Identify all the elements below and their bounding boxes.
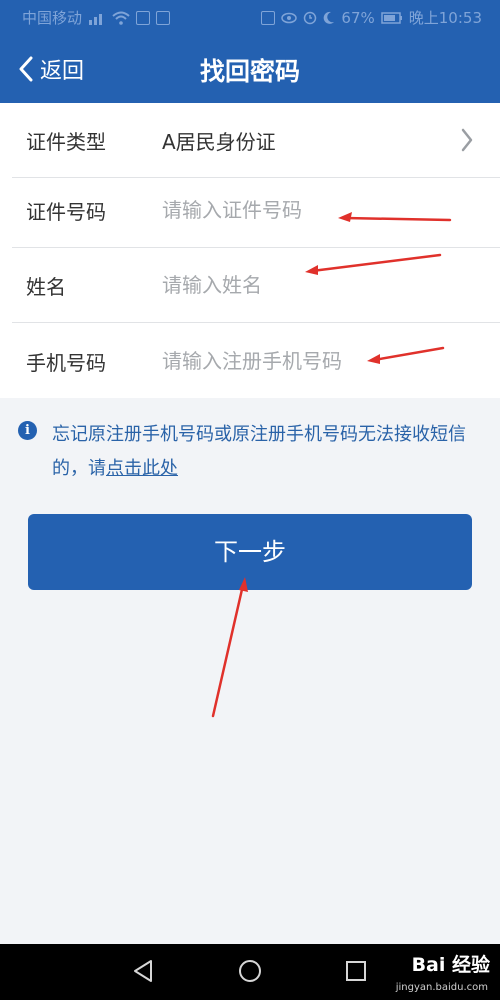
eye-icon	[281, 12, 298, 23]
battery-icon	[381, 11, 402, 24]
find-password-screen: 中国移动 67% 晚上10:53 返回 找回密码 证件类型 A居民身份证 证件号…	[0, 0, 500, 1000]
chevron-right-icon	[461, 128, 473, 152]
carrier-label: 中国移动	[22, 9, 83, 27]
id-number-input[interactable]	[162, 187, 462, 233]
alarm-icon	[304, 11, 317, 24]
id-type-row[interactable]: 证件类型 A居民身份证	[12, 103, 500, 178]
phone-label: 手机号码	[26, 351, 106, 375]
next-step-button[interactable]: 下一步	[28, 514, 472, 590]
status-time: 晚上10:53	[408, 9, 482, 27]
phone-row: 手机号码	[12, 324, 500, 399]
id-number-row: 证件号码	[12, 173, 500, 248]
id-type-label: 证件类型	[26, 130, 106, 154]
moon-icon	[324, 11, 335, 24]
battery-percent: 67%	[341, 8, 375, 27]
status-right: 67% 晚上10:53	[261, 7, 482, 28]
wifi-icon	[112, 11, 130, 25]
name-input[interactable]	[162, 262, 462, 308]
nfc-icon	[261, 10, 276, 25]
page-title: 找回密码	[199, 57, 300, 86]
back-triangle-icon[interactable]	[131, 958, 155, 984]
click-here-link[interactable]: 点击此处	[106, 458, 178, 479]
info-icon: i	[18, 421, 37, 440]
home-circle-icon[interactable]	[237, 958, 263, 984]
name-label: 姓名	[26, 275, 66, 299]
app-notification-icon	[156, 10, 171, 25]
signal-icon	[89, 13, 103, 25]
arrow-next-button	[211, 577, 248, 718]
recents-square-icon[interactable]	[344, 958, 368, 984]
watermark-url: jingyan.baidu.com	[395, 982, 488, 993]
id-number-label: 证件号码	[26, 200, 106, 224]
id-type-value: A居民身份证	[162, 130, 276, 154]
recovery-form: 证件类型 A居民身份证 证件号码 姓名 手机号码	[0, 103, 500, 398]
nav-bar: 返回 找回密码	[0, 34, 500, 103]
status-bar: 中国移动 67% 晚上10:53	[0, 0, 500, 34]
system-nav-bar: Bai 经验 jingyan.baidu.com	[0, 944, 500, 1000]
name-row: 姓名	[12, 248, 500, 323]
notice-text: 忘记原注册手机号码或原注册手机号码无法接收短信的，请点击此处	[52, 418, 482, 486]
phone-input[interactable]	[162, 338, 462, 384]
baidu-jingyan-watermark: Bai 经验	[411, 954, 490, 976]
status-left: 中国移动	[22, 7, 171, 28]
header: 中国移动 67% 晚上10:53 返回 找回密码	[0, 0, 500, 103]
notification-icon	[136, 10, 151, 25]
